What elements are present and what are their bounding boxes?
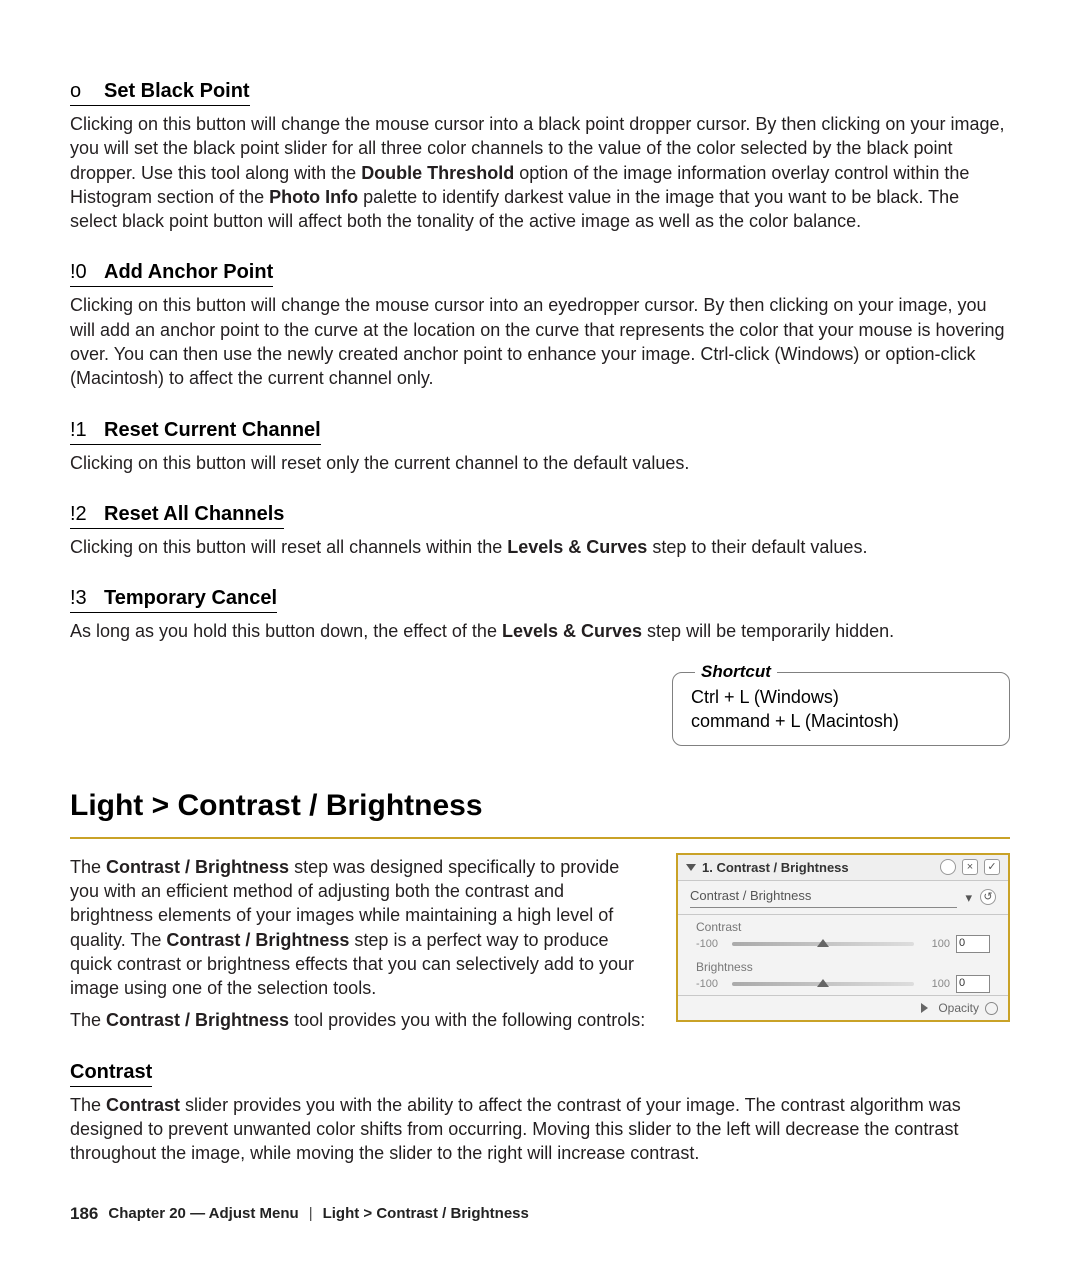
method-dropdown[interactable]: Contrast / Brightness — [690, 887, 957, 908]
brightness-label: Brightness — [696, 959, 990, 975]
contrast-min: -100 — [696, 937, 726, 952]
heading-reset-all-channels: !2 Reset All Channels — [70, 501, 284, 529]
enable-check-icon[interactable]: ✓ — [984, 859, 1000, 875]
shortcut-box: Shortcut Ctrl + L (Windows) command + L … — [672, 672, 1010, 747]
para-set-black-point: Clicking on this button will change the … — [70, 112, 1010, 233]
heading-temporary-cancel: !3 Temporary Cancel — [70, 585, 277, 613]
para-reset-all-channels: Clicking on this button will reset all c… — [70, 535, 1010, 559]
help-icon[interactable] — [940, 859, 956, 875]
para-add-anchor-point: Clicking on this button will change the … — [70, 293, 1010, 390]
reset-icon[interactable]: ↺ — [980, 889, 996, 905]
brightness-min: -100 — [696, 977, 726, 992]
contrast-thumb[interactable] — [817, 939, 829, 947]
bullet: o — [70, 78, 98, 105]
shortcut-legend: Shortcut — [695, 661, 777, 684]
title: Reset Current Channel — [104, 419, 321, 441]
contrast-value-input[interactable]: 0 — [956, 935, 990, 953]
bullet: !1 — [70, 417, 98, 444]
bullet: !0 — [70, 259, 98, 286]
para-temporary-cancel: As long as you hold this button down, th… — [70, 619, 1010, 643]
shortcut-line-mac: command + L (Macintosh) — [691, 709, 991, 733]
footer-chapter: Chapter 20 — Adjust Menu — [108, 1204, 298, 1224]
dropdown-icon[interactable]: ▾ — [965, 889, 972, 907]
contrast-label: Contrast — [696, 919, 990, 935]
heading-add-anchor-point: !0 Add Anchor Point — [70, 259, 273, 287]
page-number: 186 — [70, 1203, 98, 1226]
heading-contrast: Contrast — [70, 1059, 152, 1087]
contrast-slider-block: Contrast -100 100 0 — [678, 915, 1008, 955]
panel-footer: Opacity — [678, 995, 1008, 1020]
brightness-value-input[interactable]: 0 — [956, 975, 990, 993]
title: Set Black Point — [104, 80, 250, 102]
expand-icon[interactable] — [921, 1003, 928, 1013]
para-reset-current-channel: Clicking on this button will reset only … — [70, 451, 1010, 475]
title: Reset All Channels — [104, 503, 284, 525]
contrast-slider[interactable] — [732, 942, 914, 946]
collapse-icon[interactable] — [686, 864, 696, 871]
para-contrast: The Contrast slider provides you with th… — [70, 1093, 1010, 1166]
bullet: !3 — [70, 585, 98, 612]
page-heading: Light > Contrast / Brightness — [70, 786, 1010, 827]
footer-crumb: Light > Contrast / Brightness — [323, 1204, 529, 1224]
heading-reset-current-channel: !1 Reset Current Channel — [70, 417, 321, 445]
contrast-max: 100 — [920, 937, 950, 952]
para-cb-intro: The Contrast / Brightness step was desig… — [70, 855, 646, 1001]
contrast-brightness-panel: 1. Contrast / Brightness × ✓ Contrast / … — [676, 853, 1010, 1023]
brightness-slider[interactable] — [732, 982, 914, 986]
heading-set-black-point: o Set Black Point — [70, 78, 250, 106]
brightness-slider-block: Brightness -100 100 0 — [678, 955, 1008, 995]
title: Contrast — [70, 1061, 152, 1083]
footer-sep: | — [309, 1204, 313, 1224]
opacity-radio[interactable] — [985, 1002, 998, 1015]
page-footer: 186 Chapter 20 — Adjust Menu | Light > C… — [70, 1203, 529, 1226]
bullet: !2 — [70, 501, 98, 528]
heading-rule — [70, 837, 1010, 839]
brightness-thumb[interactable] — [817, 979, 829, 987]
para-cb-controls: The Contrast / Brightness tool provides … — [70, 1008, 646, 1032]
title: Add Anchor Point — [104, 261, 273, 283]
opacity-label[interactable]: Opacity — [938, 1000, 979, 1016]
title: Temporary Cancel — [104, 587, 277, 609]
panel-title: 1. Contrast / Brightness — [702, 859, 940, 877]
method-row: Contrast / Brightness ▾ ↺ — [678, 881, 1008, 915]
close-icon[interactable]: × — [962, 859, 978, 875]
shortcut-line-windows: Ctrl + L (Windows) — [691, 685, 991, 709]
brightness-max: 100 — [920, 977, 950, 992]
panel-header: 1. Contrast / Brightness × ✓ — [678, 855, 1008, 882]
